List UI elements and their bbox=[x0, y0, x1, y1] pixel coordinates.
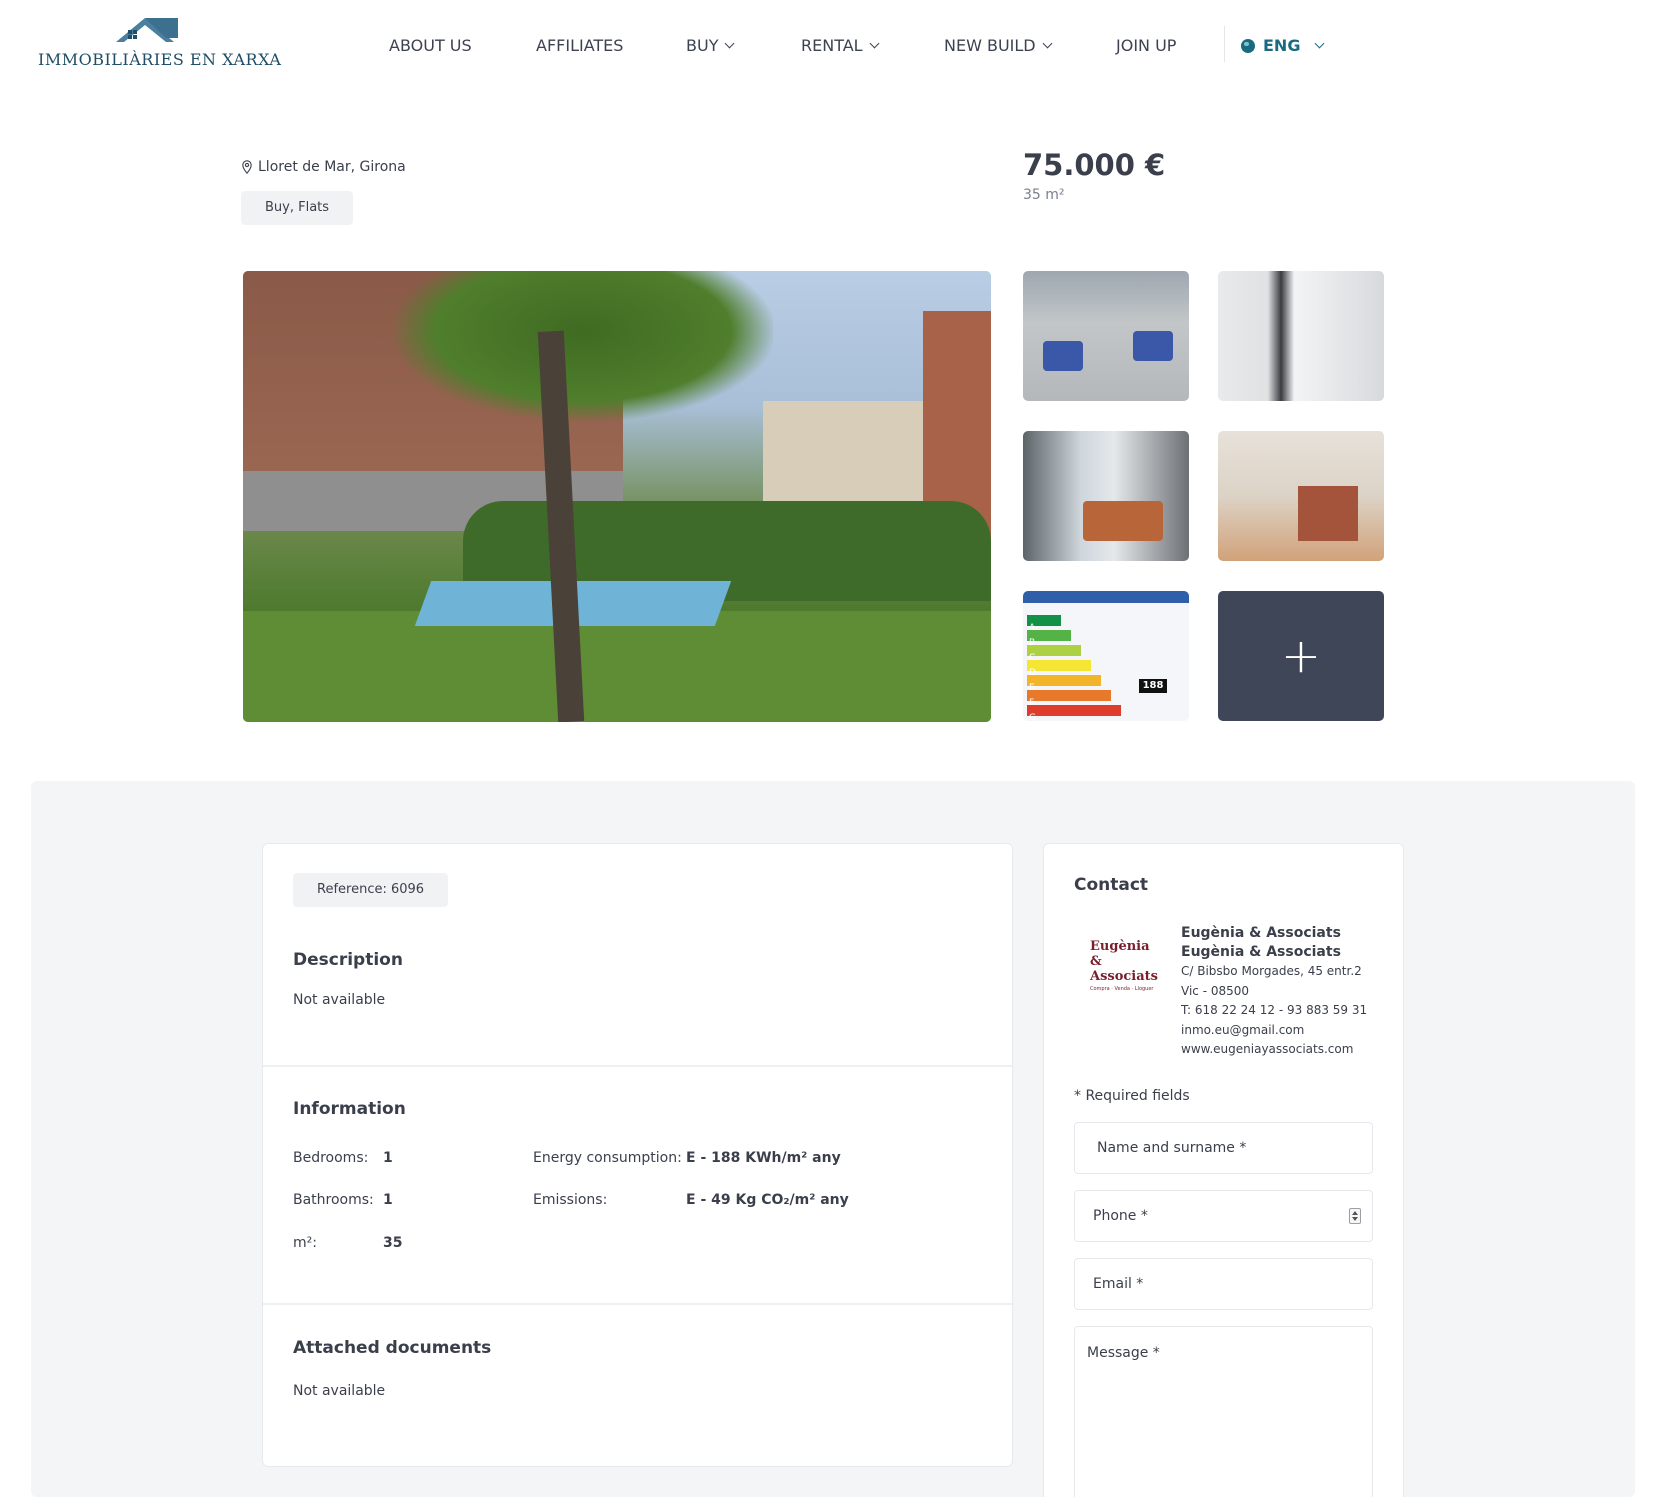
details-card: Reference: 6096 Description Not availabl… bbox=[262, 843, 1013, 1467]
documents-text: Not available bbox=[293, 1383, 386, 1399]
section-divider bbox=[263, 1065, 1012, 1067]
thumbnail-bathroom[interactable] bbox=[1218, 271, 1384, 401]
contact-title: Contact bbox=[1074, 875, 1149, 895]
nav-about-us[interactable]: ABOUT US bbox=[389, 36, 472, 55]
bedrooms-label: Bedrooms: bbox=[293, 1150, 369, 1166]
chevron-down-icon bbox=[1042, 38, 1053, 48]
energy-bar: C bbox=[1027, 645, 1081, 663]
energy-consumption-label: Energy consumption: bbox=[533, 1150, 682, 1166]
energy-letter: G bbox=[1029, 713, 1036, 721]
thumbnail-balcony[interactable] bbox=[1023, 271, 1189, 401]
energy-consumption-value: E - 188 KWh/m² any bbox=[686, 1150, 841, 1166]
information-title: Information bbox=[293, 1099, 406, 1119]
section-divider bbox=[263, 1303, 1012, 1305]
house-logo-icon bbox=[116, 18, 178, 42]
site-logo[interactable]: IMMOBILIÀRIES EN XARXA bbox=[38, 16, 281, 74]
map-pin-icon bbox=[242, 160, 252, 174]
globe-icon bbox=[1241, 38, 1255, 53]
chevron-down-icon bbox=[1315, 38, 1325, 48]
chevron-down-icon bbox=[725, 38, 735, 48]
energy-bar: D bbox=[1027, 660, 1091, 678]
nav-label: JOIN UP bbox=[1116, 36, 1177, 55]
phone-field-wrapper bbox=[1074, 1190, 1373, 1242]
nav-label: RENTAL bbox=[801, 36, 863, 55]
agency-info: Eugènia & Associats Eugènia & Associats … bbox=[1181, 924, 1381, 1060]
agency-logo: Eugènia & Associats Compra · Venda · Llo… bbox=[1090, 939, 1160, 992]
description-title: Description bbox=[293, 950, 403, 970]
energy-bar: E bbox=[1027, 675, 1101, 693]
bathrooms-label: Bathrooms: bbox=[293, 1192, 374, 1208]
agency-logo-line: & Associats bbox=[1090, 954, 1158, 984]
property-area: 35 m² bbox=[1023, 187, 1065, 203]
email-input[interactable] bbox=[1074, 1258, 1373, 1310]
required-fields-note: * Required fields bbox=[1074, 1088, 1190, 1104]
documents-title: Attached documents bbox=[293, 1338, 492, 1358]
nav-rental[interactable]: RENTAL bbox=[801, 36, 880, 55]
nav-new-build[interactable]: NEW BUILD bbox=[944, 36, 1053, 55]
logo-text: IMMOBILIÀRIES EN XARXA bbox=[38, 50, 282, 69]
description-text: Not available bbox=[293, 992, 386, 1008]
agency-address: C/ Bibsbo Morgades, 45 entr.2 bbox=[1181, 964, 1362, 978]
energy-bar: G bbox=[1027, 705, 1121, 721]
certificate-header bbox=[1023, 591, 1189, 603]
emissions-label: Emissions: bbox=[533, 1192, 608, 1208]
agency-name: Eugènia & Associats bbox=[1181, 944, 1341, 960]
thumbnail-living-room[interactable] bbox=[1218, 431, 1384, 561]
chevron-down-icon bbox=[869, 38, 880, 48]
agency-logo-tagline: Compra · Venda · Lloguer bbox=[1090, 986, 1154, 992]
property-location: Lloret de Mar, Girona bbox=[242, 159, 406, 175]
site-header: IMMOBILIÀRIES EN XARXA ABOUT US AFFILIAT… bbox=[0, 0, 1667, 96]
agency-logo-line: Eugènia bbox=[1090, 939, 1150, 954]
energy-bar: A bbox=[1027, 615, 1061, 633]
main-photo[interactable] bbox=[243, 271, 991, 722]
nav-label: NEW BUILD bbox=[944, 36, 1036, 55]
agency-city: Vic - 08500 bbox=[1181, 983, 1250, 998]
area-label: m²: bbox=[293, 1235, 317, 1251]
nav-label: BUY bbox=[686, 36, 719, 55]
emissions-value: E - 49 Kg CO₂/m² any bbox=[686, 1192, 849, 1208]
nav-affiliates[interactable]: AFFILIATES bbox=[536, 36, 623, 55]
bathrooms-value: 1 bbox=[383, 1192, 393, 1208]
nav-buy[interactable]: BUY bbox=[686, 36, 735, 55]
nav-label: ABOUT US bbox=[389, 36, 472, 55]
agency-phone[interactable]: T: 618 22 24 12 - 93 883 59 31 bbox=[1181, 1001, 1381, 1021]
language-selector[interactable]: ENG bbox=[1241, 36, 1325, 55]
nav-label: AFFILIATES bbox=[536, 36, 624, 55]
language-label: ENG bbox=[1263, 36, 1301, 55]
photo-detail bbox=[393, 271, 773, 421]
location-text: Lloret de Mar, Girona bbox=[258, 159, 406, 175]
agency-email[interactable]: inmo.eu@gmail.com bbox=[1181, 1021, 1381, 1041]
thumbnail-bedroom[interactable] bbox=[1023, 431, 1189, 561]
thumbnail-energy-certificate[interactable]: A B C D E F G 188 bbox=[1023, 591, 1189, 721]
phone-input[interactable] bbox=[1074, 1190, 1373, 1242]
nav-join-up[interactable]: JOIN UP bbox=[1116, 36, 1176, 55]
name-input[interactable] bbox=[1074, 1122, 1373, 1174]
energy-bar: B bbox=[1027, 630, 1071, 648]
energy-bar: F bbox=[1027, 690, 1111, 708]
more-photos-button[interactable]: + bbox=[1218, 591, 1384, 721]
number-spinner-icon[interactable] bbox=[1349, 1208, 1361, 1224]
message-textarea[interactable] bbox=[1074, 1326, 1373, 1497]
nav-divider bbox=[1224, 26, 1225, 62]
photo-detail bbox=[243, 611, 991, 722]
property-type-tag: Buy, Flats bbox=[241, 191, 354, 225]
energy-rating-badge: 188 bbox=[1139, 679, 1167, 693]
agency-name: Eugènia & Associats bbox=[1181, 925, 1341, 941]
agency-website[interactable]: www.eugeniayassociats.com bbox=[1181, 1040, 1381, 1060]
contact-card: Contact Eugènia & Associats Compra · Ven… bbox=[1043, 843, 1404, 1497]
property-price: 75.000 € bbox=[1023, 148, 1166, 182]
photo-detail bbox=[763, 401, 943, 511]
plus-icon: + bbox=[1280, 628, 1322, 684]
area-value: 35 bbox=[383, 1235, 403, 1251]
bedrooms-value: 1 bbox=[383, 1150, 393, 1166]
reference-badge: Reference: 6096 bbox=[293, 873, 449, 907]
